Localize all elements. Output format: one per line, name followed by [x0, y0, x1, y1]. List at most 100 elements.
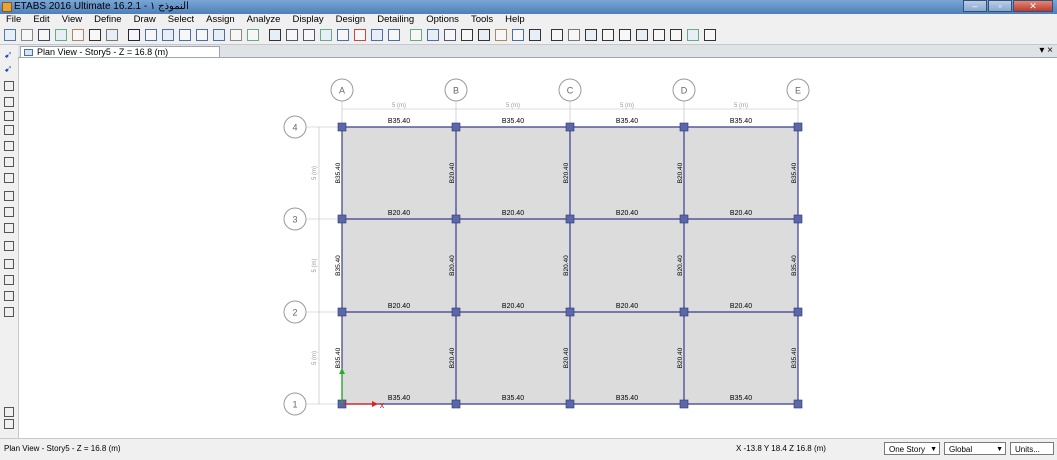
run-analysis-icon[interactable]: [128, 29, 140, 41]
new-model-icon[interactable]: [4, 29, 16, 41]
column-marker[interactable]: [451, 122, 461, 132]
draw-rect-floor-icon[interactable]: [4, 173, 14, 183]
column-marker[interactable]: [451, 399, 461, 409]
set-display-icon[interactable]: [444, 29, 456, 41]
menu-options[interactable]: Options: [420, 14, 465, 26]
rotate-icon[interactable]: [320, 29, 332, 41]
column-marker[interactable]: [565, 214, 575, 224]
menu-draw[interactable]: Draw: [128, 14, 162, 26]
column-marker[interactable]: [565, 399, 575, 409]
line-icon[interactable]: [653, 29, 665, 41]
object-shrink-icon[interactable]: [388, 29, 400, 41]
zoom-in-icon[interactable]: [162, 29, 174, 41]
maximize-button[interactable]: ▫: [988, 0, 1012, 12]
column-marker[interactable]: [337, 307, 347, 317]
plan-view-icon[interactable]: [286, 29, 298, 41]
pointer-icon[interactable]: ➹: [4, 51, 14, 61]
column-marker[interactable]: [451, 214, 461, 224]
plan-view-canvas[interactable]: A B C D E 4 3 2 1 5 (m) 5 (m) 5 (m) 5 (m) 5 (m) 5 (m) 5…: [19, 58, 1057, 438]
menu-file[interactable]: File: [0, 14, 27, 26]
draw-wall-stack-icon[interactable]: [4, 223, 14, 233]
draw-opening-icon[interactable]: [4, 207, 14, 217]
grid-icon[interactable]: [636, 29, 648, 41]
tab-plan-view[interactable]: Plan View - Story5 - Z = 16.8 (m): [20, 46, 220, 57]
lock-icon[interactable]: [106, 29, 118, 41]
draw-dimension-icon[interactable]: [4, 307, 14, 317]
zoom-window-icon[interactable]: [145, 29, 157, 41]
menu-view[interactable]: View: [56, 14, 88, 26]
zoom-out-icon[interactable]: [179, 29, 191, 41]
draw-wall-icon[interactable]: [4, 191, 14, 201]
column-marker[interactable]: [337, 122, 347, 132]
zoom-full-icon[interactable]: [196, 29, 208, 41]
story-mode-select[interactable]: One Story ▼: [884, 442, 940, 455]
pencil-icon[interactable]: [89, 29, 101, 41]
menu-select[interactable]: Select: [162, 14, 200, 26]
coord-system-select[interactable]: Global ▼: [944, 442, 1006, 455]
menu-analyze[interactable]: Analyze: [241, 14, 287, 26]
elevation-view-icon[interactable]: [303, 29, 315, 41]
frame-icon[interactable]: [461, 29, 473, 41]
area-icon[interactable]: [670, 29, 682, 41]
column-marker[interactable]: [679, 214, 689, 224]
menu-design[interactable]: Design: [330, 14, 372, 26]
display-options-icon[interactable]: [337, 29, 349, 41]
link-icon[interactable]: [568, 29, 580, 41]
column-marker[interactable]: [793, 214, 803, 224]
load-icon[interactable]: [495, 29, 507, 41]
save-icon[interactable]: [38, 29, 50, 41]
draw-brace-icon[interactable]: [4, 97, 14, 107]
snap-icon[interactable]: [4, 407, 14, 417]
draw-pier-icon[interactable]: [4, 241, 14, 251]
minimize-button[interactable]: –: [963, 0, 987, 12]
draw-tendon-icon[interactable]: [4, 291, 14, 301]
menu-assign[interactable]: Assign: [200, 14, 241, 26]
zoom-previous-icon[interactable]: [213, 29, 225, 41]
section-icon[interactable]: [585, 29, 597, 41]
dimension-icon[interactable]: [619, 29, 631, 41]
draw-cross-brace-icon[interactable]: [4, 141, 14, 151]
menu-help[interactable]: Help: [499, 14, 531, 26]
draw-line-icon[interactable]: [4, 81, 14, 91]
column-marker[interactable]: [793, 122, 803, 132]
draw-grid-icon[interactable]: [4, 275, 14, 285]
column-marker[interactable]: [451, 307, 461, 317]
reshape-icon[interactable]: ➹: [4, 65, 14, 75]
structural-plan-drawing[interactable]: A B C D E 4 3 2 1 5 (m) 5 (m) 5 (m) 5 (m) 5 (m) 5 (m) 5…: [19, 58, 1057, 438]
select-all-icon[interactable]: [427, 29, 439, 41]
draw-floor-icon[interactable]: [4, 157, 14, 167]
draw-link-icon[interactable]: [4, 259, 14, 269]
show-extrude-icon[interactable]: [410, 29, 422, 41]
column-marker[interactable]: [679, 307, 689, 317]
column-marker[interactable]: [793, 307, 803, 317]
open-icon[interactable]: [21, 29, 33, 41]
column-icon[interactable]: [551, 29, 563, 41]
draw-beam-icon[interactable]: [4, 125, 14, 135]
undo-icon[interactable]: [55, 29, 67, 41]
property-icon[interactable]: [4, 419, 14, 429]
column-marker[interactable]: [679, 399, 689, 409]
refresh-icon[interactable]: [247, 29, 259, 41]
draw-column-icon[interactable]: [4, 111, 14, 121]
pan-icon[interactable]: [230, 29, 242, 41]
menu-detailing[interactable]: Detailing: [371, 14, 420, 26]
view-3d-icon[interactable]: [269, 29, 281, 41]
column-marker[interactable]: [679, 122, 689, 132]
options-icon[interactable]: [704, 29, 716, 41]
menu-define[interactable]: Define: [88, 14, 127, 26]
column-marker[interactable]: [565, 307, 575, 317]
snap-icon[interactable]: [687, 29, 699, 41]
beam-icon[interactable]: [478, 29, 490, 41]
move-up-icon[interactable]: [354, 29, 366, 41]
menu-tools[interactable]: Tools: [465, 14, 499, 26]
column-marker[interactable]: [337, 214, 347, 224]
column-marker[interactable]: [793, 399, 803, 409]
units-button[interactable]: Units...: [1010, 442, 1054, 455]
move-down-icon[interactable]: [371, 29, 383, 41]
brace-icon[interactable]: [529, 29, 541, 41]
menu-display[interactable]: Display: [286, 14, 329, 26]
close-button[interactable]: ✕: [1013, 0, 1053, 12]
menu-edit[interactable]: Edit: [27, 14, 55, 26]
tab-controls[interactable]: ▾ ×: [1039, 45, 1053, 56]
wall-icon[interactable]: [512, 29, 524, 41]
